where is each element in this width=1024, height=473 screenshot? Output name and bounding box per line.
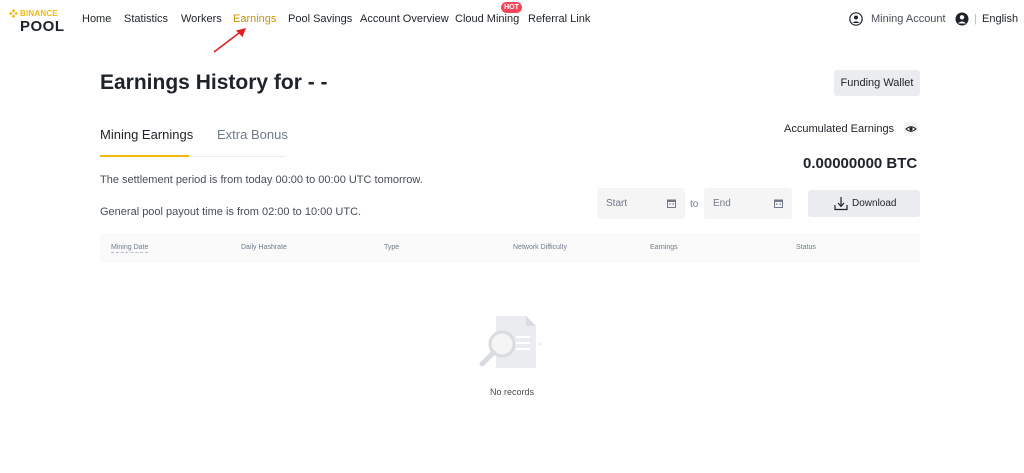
calendar-icon xyxy=(774,199,783,208)
nav-workers[interactable]: Workers xyxy=(181,13,222,25)
download-button[interactable]: Download xyxy=(808,190,920,217)
funding-wallet-button[interactable]: Funding Wallet xyxy=(834,70,920,96)
end-date-placeholder: End xyxy=(713,198,731,209)
accumulated-earnings-label: Accumulated Earnings xyxy=(784,123,895,135)
calendar-icon xyxy=(667,199,676,208)
nav-statistics[interactable]: Statistics xyxy=(124,13,168,25)
download-icon xyxy=(834,197,848,211)
accumulated-earnings-value: 0.00000000 BTC xyxy=(803,155,918,172)
settlement-info-text: The settlement period is from today 00:0… xyxy=(100,174,423,186)
binance-pool-logo[interactable]: BINANCE POOL xyxy=(8,8,68,35)
eye-icon[interactable] xyxy=(904,122,918,136)
no-records-label: No records xyxy=(489,387,534,397)
start-date-input[interactable]: Start xyxy=(597,188,685,219)
page-title: Earnings History for - - xyxy=(100,71,328,94)
nav-earnings[interactable]: Earnings xyxy=(233,13,276,25)
earnings-table-header: Mining Date Daily Hashrate Type Network … xyxy=(100,234,920,262)
column-header-mining-date[interactable]: Mining Date xyxy=(111,244,149,253)
language-selector[interactable]: English xyxy=(982,13,1018,25)
column-header-status: Status xyxy=(796,244,816,251)
nav-separator: | xyxy=(974,13,977,25)
top-nav: BINANCE POOL Home Statistics Workers Ear… xyxy=(0,0,1024,40)
brand-big-text: POOL xyxy=(20,18,65,35)
tab-extra-bonus[interactable]: Extra Bonus xyxy=(217,127,288,142)
mining-account-label[interactable]: Mining Account xyxy=(871,13,946,25)
column-header-network-difficulty: Network Difficulty xyxy=(513,244,567,251)
start-date-placeholder: Start xyxy=(606,198,628,209)
date-range-to-label: to xyxy=(690,199,699,210)
annotation-arrow-icon xyxy=(213,28,246,53)
column-header-type: Type xyxy=(384,244,400,251)
payout-info-text: General pool payout time is from 02:00 t… xyxy=(100,206,362,218)
tab-mining-earnings[interactable]: Mining Earnings xyxy=(100,127,193,142)
brand-small-text: BINANCE xyxy=(20,9,58,18)
nav-referral-link[interactable]: Referral Link xyxy=(528,13,590,25)
column-header-earnings: Earnings xyxy=(650,244,678,251)
user-icon[interactable] xyxy=(955,12,969,26)
nav-pool-savings[interactable]: Pool Savings xyxy=(288,13,352,25)
nav-account-overview[interactable]: Account Overview xyxy=(360,13,449,25)
binance-diamond-icon xyxy=(9,9,18,18)
end-date-input[interactable]: End xyxy=(704,188,792,219)
no-records-icon xyxy=(479,316,541,368)
hot-badge: HOT xyxy=(501,2,522,13)
nav-home[interactable]: Home xyxy=(82,13,111,25)
active-tab-indicator xyxy=(100,155,189,157)
column-header-daily-hashrate: Daily Hashrate xyxy=(241,244,287,251)
nav-cloud-mining[interactable]: Cloud Mining xyxy=(455,13,519,25)
download-label: Download xyxy=(852,198,897,209)
mining-account-icon[interactable] xyxy=(849,12,863,26)
